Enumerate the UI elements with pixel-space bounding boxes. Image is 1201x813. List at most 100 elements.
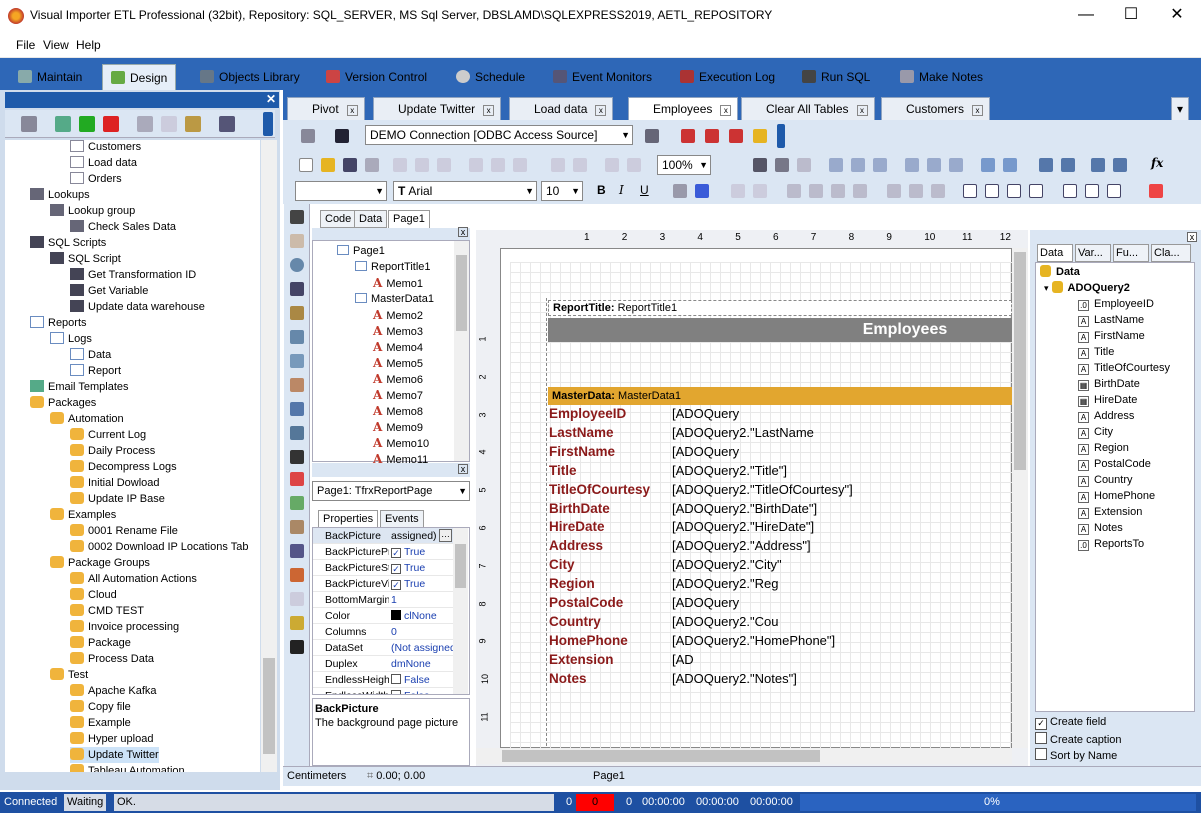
close-tab-icon[interactable]: x <box>595 105 607 116</box>
field-caption-memo[interactable]: TitleOfCourtesy <box>549 482 650 497</box>
find-icon[interactable] <box>219 116 235 132</box>
field-caption-memo[interactable]: PostalCode <box>549 595 623 610</box>
frame-bottom-icon[interactable] <box>985 184 999 198</box>
paste-icon[interactable] <box>185 116 201 132</box>
toolbar-overflow-icon[interactable] <box>263 112 273 136</box>
tree-scrollbar[interactable] <box>261 140 277 772</box>
query-field-item[interactable]: A PostalCode <box>1078 456 1151 472</box>
align-grid-icon[interactable] <box>775 158 789 172</box>
object-tree-item[interactable]: A Memo8 <box>373 403 423 419</box>
delete-page-icon[interactable] <box>415 158 429 172</box>
tree-item[interactable]: Example <box>70 715 131 731</box>
tree-item[interactable]: SQL Script <box>50 251 121 267</box>
tab-page1[interactable]: Page1 <box>388 210 430 228</box>
function-icon[interactable]: fx <box>1151 156 1163 170</box>
property-row[interactable]: Duplex dmNone <box>313 656 454 672</box>
tab-code[interactable]: Code <box>320 210 357 228</box>
refresh-icon[interactable] <box>55 116 71 132</box>
font-size-select[interactable]: 10 ▼ <box>541 181 583 201</box>
tree-item[interactable]: Tableau Automation <box>70 763 185 772</box>
space-vertical-icon[interactable] <box>1003 158 1017 172</box>
connection-select[interactable]: DEMO Connection [ODBC Access Source] ▼ <box>365 125 633 145</box>
tabs-dropdown-button[interactable]: ▾ <box>1171 97 1189 121</box>
frame-none-icon[interactable] <box>1085 184 1099 198</box>
sum-icon[interactable] <box>290 544 304 558</box>
style-select[interactable]: ▼ <box>295 181 387 201</box>
property-row[interactable]: EndlessHeight False <box>313 672 454 688</box>
save-icon[interactable] <box>335 129 349 143</box>
tree-item[interactable]: Get Transformation ID <box>70 267 196 283</box>
tree-item[interactable]: Orders <box>70 171 122 187</box>
property-value[interactable]: ✓ True <box>391 544 425 559</box>
tree-item[interactable]: Automation <box>50 411 124 427</box>
grid-icon[interactable] <box>753 158 767 172</box>
property-grid-scrollbar[interactable] <box>453 528 468 694</box>
property-row[interactable]: Color clNone <box>313 608 454 624</box>
field-caption-memo[interactable]: HomePhone <box>549 633 628 648</box>
property-value[interactable]: ✓ True <box>391 560 425 575</box>
tree-item[interactable]: Decompress Logs <box>70 459 177 475</box>
new-page-icon[interactable] <box>393 158 407 172</box>
query-field-item[interactable]: A Title <box>1078 344 1114 360</box>
field-value-memo[interactable]: [ADOQuery2."Cou <box>672 614 779 629</box>
tab-objects-library[interactable]: Objects Library <box>192 64 308 90</box>
option-checkbox[interactable]: Create caption <box>1035 732 1122 746</box>
tree-item[interactable]: Invoice processing <box>70 619 179 635</box>
paste-icon[interactable] <box>513 158 527 172</box>
tree-item[interactable]: 0002 Download IP Locations Tab <box>70 539 248 555</box>
object-tree-scrollbar[interactable] <box>454 241 469 461</box>
tree-item[interactable]: Test <box>50 667 88 683</box>
open-icon[interactable] <box>321 158 335 172</box>
tree-item[interactable]: Examples <box>50 507 116 523</box>
tab-variables[interactable]: Var... <box>1075 244 1111 262</box>
frame-left-icon[interactable] <box>1007 184 1021 198</box>
italic-icon[interactable]: I <box>619 183 624 197</box>
tree-item[interactable]: Cloud <box>70 587 117 603</box>
property-value[interactable]: False <box>391 672 430 687</box>
property-row[interactable]: Columns 0 <box>313 624 454 640</box>
property-row[interactable]: BackPicture assigned)… <box>313 528 454 544</box>
field-value-memo[interactable]: [ADOQuery2."Reg <box>672 576 779 591</box>
tree-item[interactable]: Package Groups <box>50 555 150 571</box>
tab-schedule[interactable]: Schedule <box>448 64 533 90</box>
property-row[interactable]: DataSet (Not assigned) <box>313 640 454 656</box>
query-field-item[interactable]: A Notes <box>1078 520 1123 536</box>
tab-data-tree[interactable]: Data <box>1037 244 1073 262</box>
align-top-icon[interactable] <box>905 158 919 172</box>
query-field-item[interactable]: A Address <box>1078 408 1134 424</box>
tab-design[interactable]: Design <box>102 64 177 91</box>
redo-icon[interactable] <box>573 158 587 172</box>
tree-item[interactable]: Check Sales Data <box>70 219 176 235</box>
checkbox-icon[interactable] <box>290 402 304 416</box>
center-vertical-icon[interactable] <box>1061 158 1075 172</box>
tab-data[interactable]: Data <box>354 210 388 228</box>
object-tree-item[interactable]: A Memo3 <box>373 323 423 339</box>
field-caption-memo[interactable]: HireDate <box>549 519 605 534</box>
highlight-icon[interactable] <box>731 184 745 198</box>
tree-item[interactable]: Customers <box>70 140 141 155</box>
option-checkbox[interactable]: Sort by Name <box>1035 748 1117 762</box>
close-tab-icon[interactable]: x <box>483 105 495 116</box>
ole-icon[interactable] <box>290 450 304 464</box>
object-tree-scroll-thumb[interactable] <box>456 255 467 331</box>
object-tree-item[interactable]: A Memo7 <box>373 387 423 403</box>
tree-scroll-thumb[interactable] <box>263 658 275 754</box>
property-row[interactable]: EndlessWidthFalse <box>313 688 454 694</box>
align-left-icon[interactable] <box>829 158 843 172</box>
close-tab-icon[interactable]: x <box>972 105 984 116</box>
align-center-icon[interactable] <box>851 158 865 172</box>
format-painter-icon[interactable] <box>290 306 304 320</box>
tree-item[interactable]: Daily Process <box>70 443 155 459</box>
checkbox-icon[interactable] <box>1035 748 1047 760</box>
query-field-item[interactable]: A LastName <box>1078 312 1144 328</box>
object-tree-item[interactable]: ReportTitle1 <box>355 259 431 275</box>
new-icon[interactable] <box>299 158 313 172</box>
font-name-select[interactable]: T Arial ▼ <box>393 181 537 201</box>
copy-icon[interactable] <box>161 116 177 132</box>
field-value-memo[interactable]: [ADOQuery2."HomePhone"] <box>672 633 835 648</box>
object-tree-item[interactable]: MasterData1 <box>355 291 434 307</box>
query-field-item[interactable]: ▦ BirthDate <box>1078 376 1140 392</box>
designer-hscrollbar[interactable] <box>476 748 1012 764</box>
close-window-button[interactable]: ✕ <box>1154 0 1200 32</box>
property-value[interactable]: 0 <box>391 624 397 639</box>
